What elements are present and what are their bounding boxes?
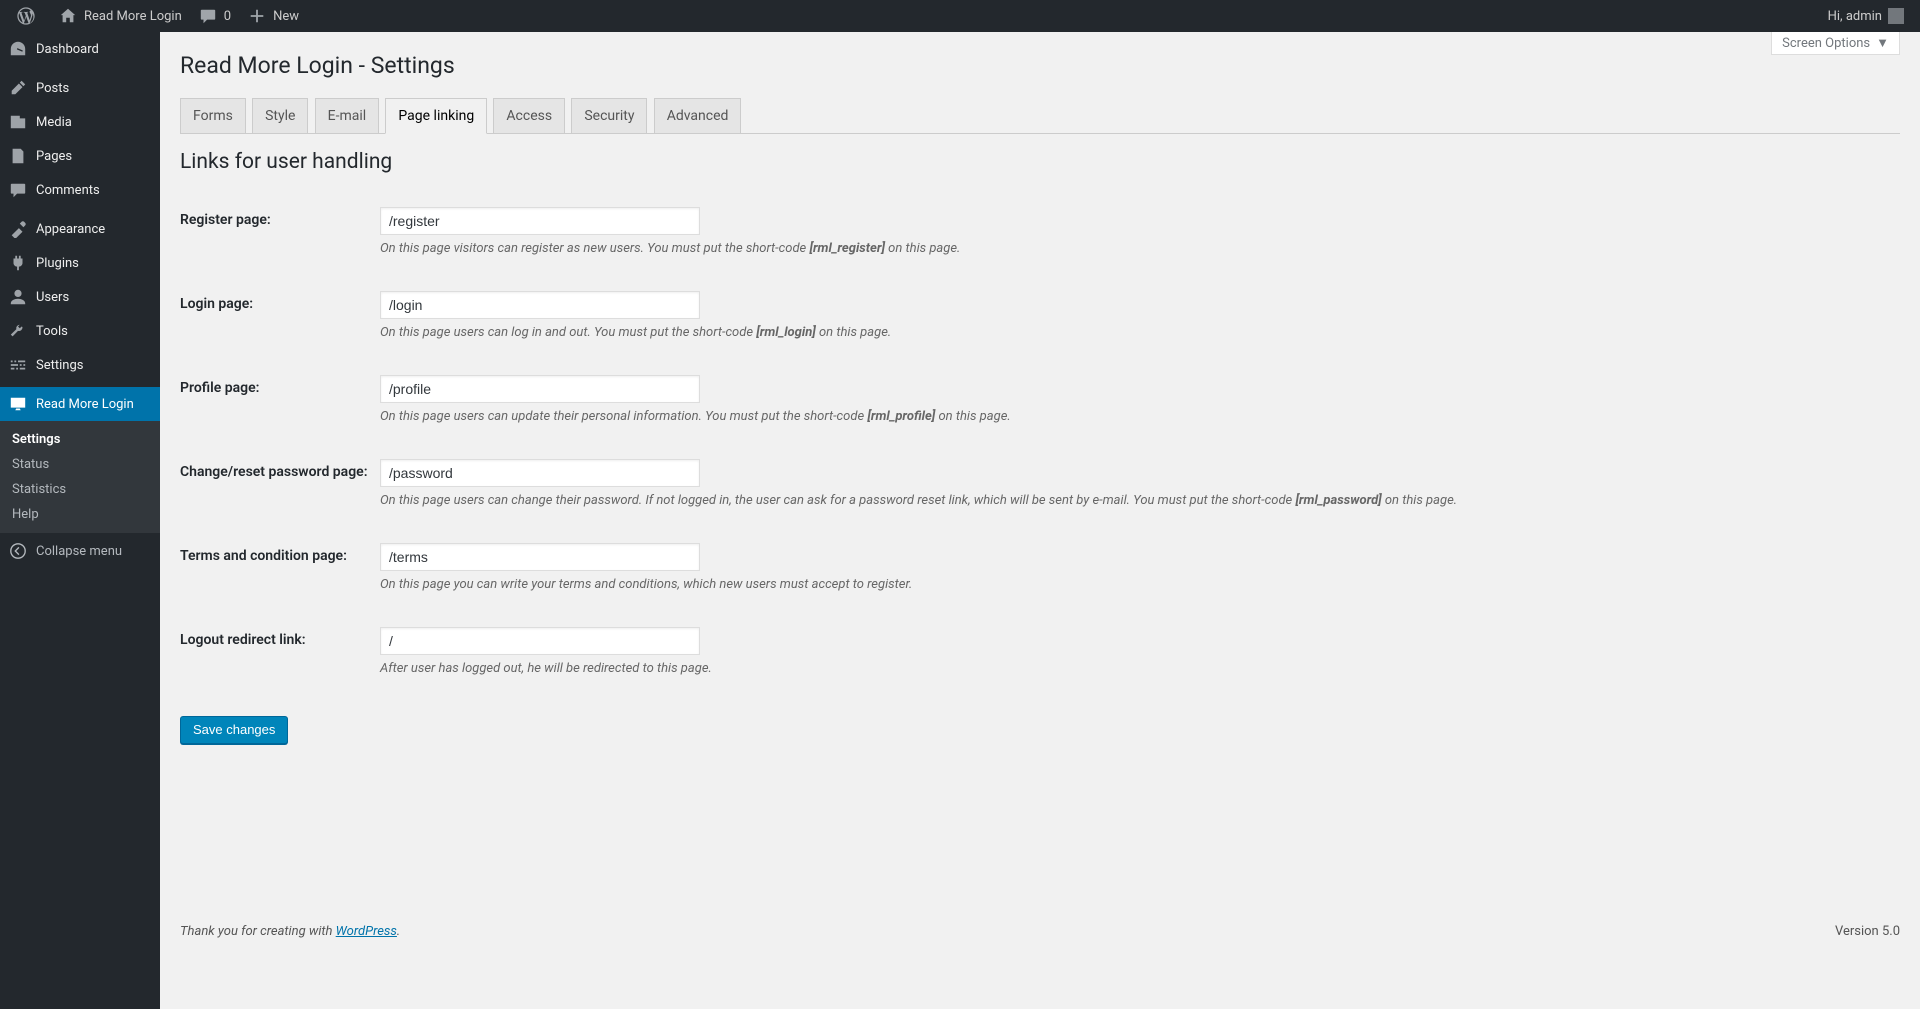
menu-appearance[interactable]: Appearance <box>0 212 160 246</box>
comments-count: 0 <box>224 9 231 24</box>
login-description: On this page users can log in and out. Y… <box>380 325 1890 340</box>
logout-description: After user has logged out, he will be re… <box>380 661 1890 676</box>
greeting-text: Hi, admin <box>1828 9 1882 24</box>
menu-dashboard[interactable]: Dashboard <box>0 32 160 66</box>
monitor-icon <box>8 394 28 414</box>
register-label: Register page: <box>180 192 380 276</box>
section-title: Links for user handling <box>180 150 1900 174</box>
pages-icon <box>8 146 28 166</box>
my-account[interactable]: Hi, admin <box>1820 0 1912 32</box>
avatar-icon <box>1888 8 1904 24</box>
wordpress-link[interactable]: WordPress <box>336 924 397 939</box>
profile-input[interactable] <box>380 375 700 403</box>
comments-icon <box>8 180 28 200</box>
page-title: Read More Login - Settings <box>180 42 1900 85</box>
plus-icon <box>247 6 267 26</box>
wp-logo[interactable] <box>8 0 50 32</box>
menu-users[interactable]: Users <box>0 280 160 314</box>
plugins-icon <box>8 253 28 273</box>
menu-comments[interactable]: Comments <box>0 173 160 207</box>
tab-style[interactable]: Style <box>252 98 308 133</box>
collapse-icon <box>8 541 28 561</box>
site-name: Read More Login <box>84 9 182 24</box>
tab-advanced[interactable]: Advanced <box>654 98 742 133</box>
menu-settings[interactable]: Settings <box>0 348 160 382</box>
submenu-read-more-login: Settings Status Statistics Help <box>0 421 160 533</box>
submenu-status[interactable]: Status <box>0 452 160 477</box>
new-content[interactable]: New <box>239 0 307 32</box>
tabs: Forms Style E-mail Page linking Access S… <box>180 97 1900 134</box>
profile-label: Profile page: <box>180 360 380 444</box>
collapse-menu[interactable]: Collapse menu <box>0 533 160 569</box>
password-input[interactable] <box>380 459 700 487</box>
dashboard-icon <box>8 39 28 59</box>
admin-bar: Read More Login 0 New Hi, admin <box>0 0 1920 32</box>
tools-icon <box>8 321 28 341</box>
register-input[interactable] <box>380 207 700 235</box>
submenu-settings[interactable]: Settings <box>0 427 160 452</box>
comment-icon <box>198 6 218 26</box>
new-label: New <box>273 9 299 24</box>
profile-description: On this page users can update their pers… <box>380 409 1890 424</box>
terms-input[interactable] <box>380 543 700 571</box>
screen-options-toggle[interactable]: Screen Options ▼ <box>1771 32 1900 55</box>
menu-media[interactable]: Media <box>0 105 160 139</box>
chevron-down-icon: ▼ <box>1876 35 1889 51</box>
submenu-statistics[interactable]: Statistics <box>0 477 160 502</box>
terms-description: On this page you can write your terms an… <box>380 577 1890 592</box>
tab-access[interactable]: Access <box>493 98 565 133</box>
settings-form: Register page: On this page visitors can… <box>180 192 1900 696</box>
register-description: On this page visitors can register as ne… <box>380 241 1890 256</box>
comments-link[interactable]: 0 <box>190 0 239 32</box>
wordpress-icon <box>16 6 36 26</box>
tab-email[interactable]: E-mail <box>315 98 380 133</box>
login-label: Login page: <box>180 276 380 360</box>
posts-icon <box>8 78 28 98</box>
media-icon <box>8 112 28 132</box>
home-icon <box>58 6 78 26</box>
save-button[interactable]: Save changes <box>180 716 288 744</box>
footer: Thank you for creating with WordPress. V… <box>180 924 1900 939</box>
tab-forms[interactable]: Forms <box>180 98 246 133</box>
tab-page-linking[interactable]: Page linking <box>385 98 487 134</box>
password-label: Change/reset password page: <box>180 444 380 528</box>
menu-tools[interactable]: Tools <box>0 314 160 348</box>
settings-icon <box>8 355 28 375</box>
menu-read-more-login[interactable]: Read More Login <box>0 387 160 421</box>
menu-plugins[interactable]: Plugins <box>0 246 160 280</box>
users-icon <box>8 287 28 307</box>
menu-pages[interactable]: Pages <box>0 139 160 173</box>
logout-input[interactable] <box>380 627 700 655</box>
submenu-help[interactable]: Help <box>0 502 160 527</box>
menu-posts[interactable]: Posts <box>0 71 160 105</box>
terms-label: Terms and condition page: <box>180 528 380 612</box>
password-description: On this page users can change their pass… <box>380 493 1890 508</box>
tab-security[interactable]: Security <box>571 98 647 133</box>
appearance-icon <box>8 219 28 239</box>
login-input[interactable] <box>380 291 700 319</box>
logout-label: Logout redirect link: <box>180 612 380 696</box>
site-link[interactable]: Read More Login <box>50 0 190 32</box>
admin-menu: Dashboard Posts Media Pages Comments <box>0 32 160 1009</box>
version-text: Version 5.0 <box>1835 924 1900 939</box>
